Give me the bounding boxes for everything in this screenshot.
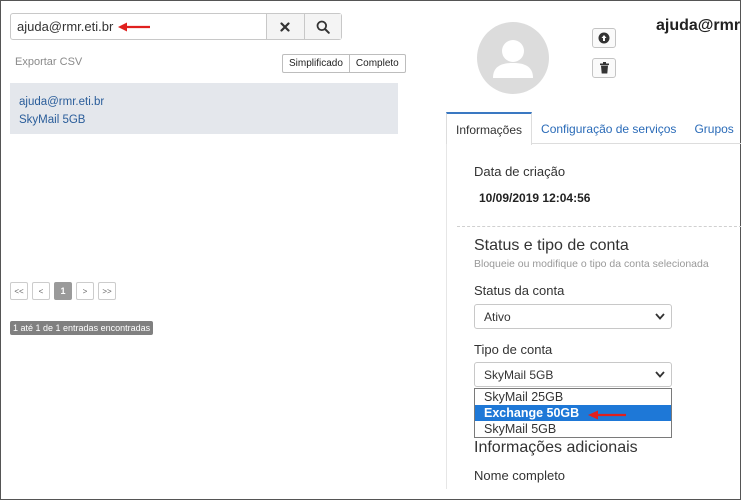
chevron-down-icon <box>655 313 665 320</box>
dropdown-option-skymail-25gb[interactable]: SkyMail 25GB <box>475 389 671 405</box>
trash-icon <box>599 62 609 74</box>
dropdown-option-exchange-50gb[interactable]: Exchange 50GB <box>475 405 671 421</box>
panel-divider <box>446 144 447 489</box>
pagination-next[interactable]: > <box>76 282 94 300</box>
status-section-helper: Bloqueie ou modifique o tipo da conta se… <box>474 258 709 270</box>
account-type-dropdown: SkyMail 25GB Exchange 50GB SkyMail 5GB <box>474 388 672 438</box>
creation-date-value: 10/09/2019 12:04:56 <box>479 191 591 205</box>
pagination: << < 1 > >> <box>10 282 116 300</box>
account-type-label: Tipo de conta <box>474 342 553 357</box>
view-mode-toggle: Simplificado Completo <box>282 54 406 73</box>
fullname-label: Nome completo <box>474 468 566 483</box>
arrow-up-circle-icon <box>598 32 610 44</box>
pagination-prev[interactable]: < <box>32 282 50 300</box>
section-divider <box>457 226 741 227</box>
pagination-first[interactable]: << <box>10 282 28 300</box>
close-icon <box>280 21 290 32</box>
chevron-down-icon <box>655 371 665 378</box>
upload-photo-button[interactable] <box>592 28 616 48</box>
export-csv-link[interactable]: Exportar CSV <box>15 56 82 68</box>
pagination-last[interactable]: >> <box>98 282 116 300</box>
status-section-title: Status e tipo de conta <box>474 237 629 254</box>
dropdown-option-skymail-5gb[interactable]: SkyMail 5GB <box>475 421 671 437</box>
creation-date-label: Data de criação <box>474 164 566 179</box>
account-type-select[interactable]: SkyMail 5GB <box>474 362 672 387</box>
list-item-plan: SkyMail 5GB <box>19 114 86 126</box>
additional-info-section-title: Informações adicionais <box>474 439 638 456</box>
tab-configuracao-servicos[interactable]: Configuração de serviços <box>532 112 685 144</box>
profile-tabs: Informações Configuração de serviços Gru… <box>446 112 741 145</box>
list-item-email: ajuda@rmr.eti.br <box>19 96 105 108</box>
delete-photo-button[interactable] <box>592 58 616 78</box>
pagination-current[interactable]: 1 <box>54 282 72 300</box>
view-simplified-button[interactable]: Simplificado <box>282 54 350 73</box>
tab-informacoes[interactable]: Informações <box>446 112 533 145</box>
view-complete-button[interactable]: Completo <box>349 54 406 73</box>
annotation-arrow-icon <box>118 22 150 32</box>
tab-grupos[interactable]: Grupos <box>685 112 741 144</box>
status-label: Status da conta <box>474 283 565 298</box>
status-select[interactable]: Ativo <box>474 304 672 329</box>
status-select-value: Ativo <box>484 310 511 324</box>
clear-search-button[interactable] <box>266 14 304 39</box>
search-button[interactable] <box>303 14 341 39</box>
user-silhouette-icon <box>493 40 533 78</box>
account-type-select-value: SkyMail 5GB <box>484 368 554 382</box>
profile-title: ajuda@rmr <box>656 17 741 34</box>
avatar <box>477 22 549 94</box>
list-item[interactable]: ajuda@rmr.eti.br SkyMail 5GB <box>10 83 398 134</box>
search-icon <box>316 20 330 34</box>
search-box <box>10 13 342 40</box>
annotation-arrow-icon <box>588 410 626 420</box>
entries-count-badge: 1 até 1 de 1 entradas encontradas <box>10 321 154 335</box>
